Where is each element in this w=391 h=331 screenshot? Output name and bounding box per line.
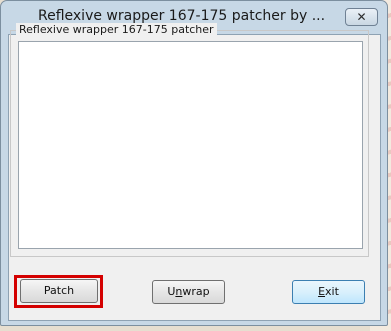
unwrap-button[interactable]: Unwrap	[152, 280, 225, 304]
close-icon: ✕	[356, 10, 367, 24]
groupbox-label: Reflexive wrapper 167-175 patcher	[16, 23, 217, 36]
exit-mnemonic: E	[318, 285, 326, 298]
unwrap-label-rest: wrap	[182, 285, 210, 298]
window-title: Reflexive wrapper 167-175 patcher by ...	[38, 8, 326, 24]
close-button[interactable]: ✕	[345, 8, 378, 26]
exit-label-rest: xit	[325, 285, 339, 298]
exit-button[interactable]: Exit	[292, 280, 365, 304]
patch-highlight-box	[14, 275, 103, 308]
log-textarea[interactable]	[18, 41, 363, 249]
